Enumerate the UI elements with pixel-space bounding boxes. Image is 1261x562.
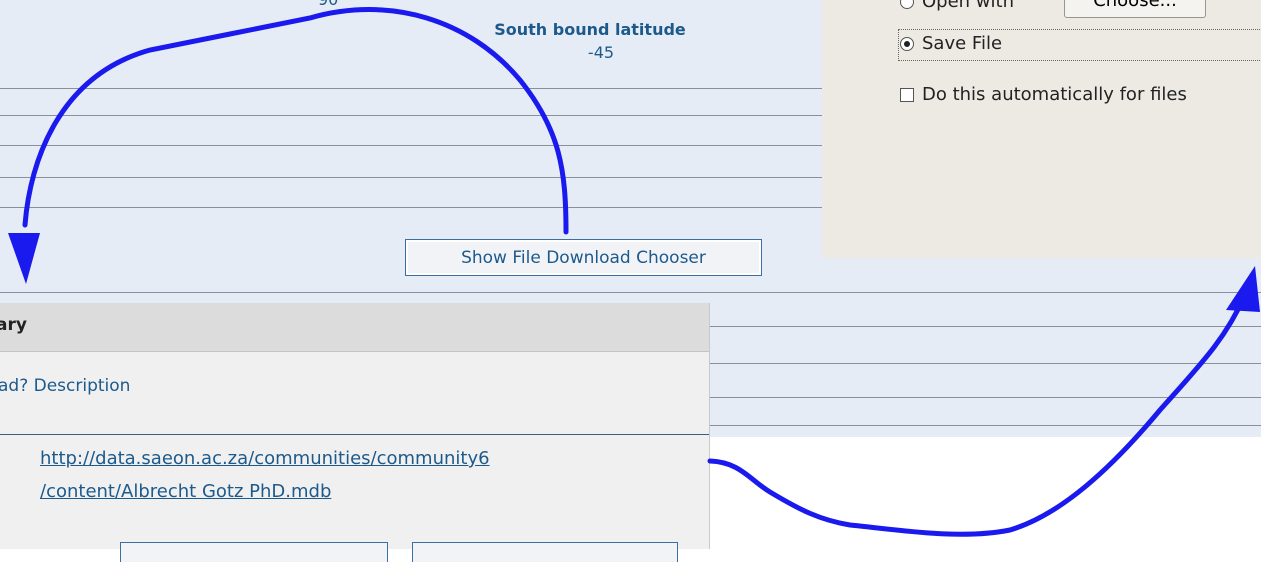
- auto-label: Do this automatically for files: [922, 84, 1187, 105]
- south-bound-block: South bound latitude -45: [470, 20, 710, 62]
- auto-option[interactable]: Do this automatically for files: [900, 84, 1261, 105]
- open-with-label: Open with: [922, 0, 1014, 12]
- download-link-line1[interactable]: http://data.saeon.ac.za/communities/comm…: [40, 448, 490, 469]
- summary-window: ary ad? Description http://data.saeon.ac…: [0, 303, 710, 562]
- open-with-option[interactable]: Open with: [900, 0, 1014, 12]
- save-file-label: Save File: [922, 33, 1003, 54]
- auto-checkbox[interactable]: [900, 87, 914, 102]
- choose-application-button[interactable]: Choose...: [1064, 0, 1206, 18]
- open-with-radio[interactable]: [900, 0, 914, 9]
- divider: [0, 434, 709, 435]
- south-bound-value: -45: [587, 43, 615, 62]
- show-file-download-chooser-button[interactable]: Show File Download Chooser: [405, 239, 762, 276]
- summary-title: ary: [0, 315, 27, 335]
- south-bound-label: South bound latitude: [494, 20, 686, 39]
- save-file-radio[interactable]: [900, 36, 914, 51]
- summary-header: ary: [0, 303, 709, 352]
- summary-button-right[interactable]: [412, 542, 678, 562]
- divider: [0, 292, 1261, 293]
- download-link-line2[interactable]: /content/Albrecht Gotz PhD.mdb: [40, 481, 331, 502]
- save-file-option[interactable]: Save File: [900, 33, 1002, 54]
- summary-subtitle: ad? Description: [0, 376, 131, 396]
- north-bound-value: 90: [318, 0, 338, 9]
- summary-button-left[interactable]: [120, 542, 388, 562]
